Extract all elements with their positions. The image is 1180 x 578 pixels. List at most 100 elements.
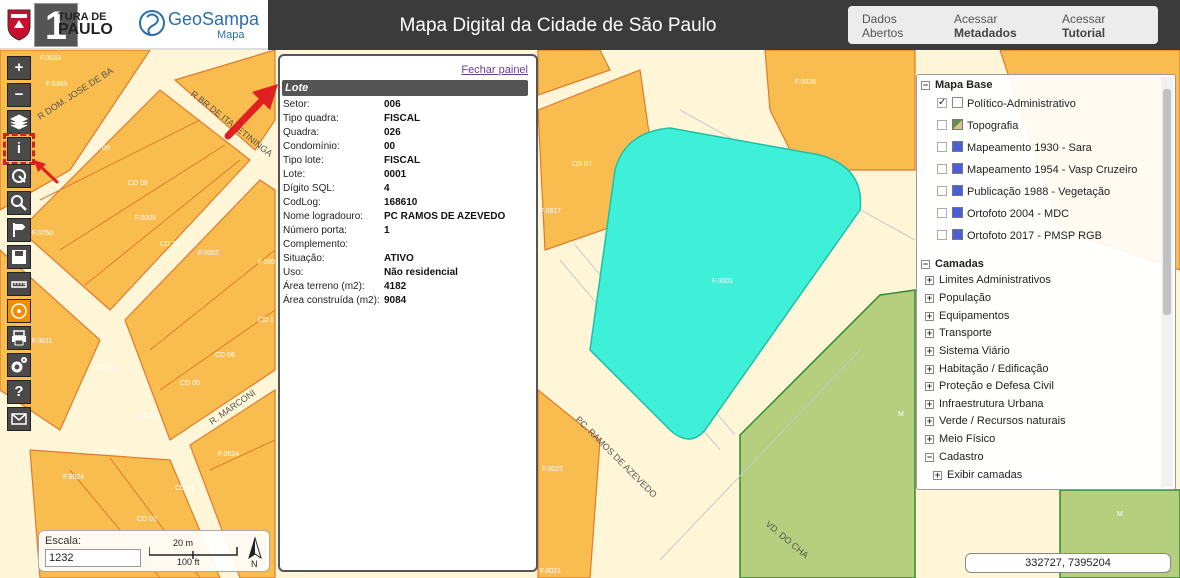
tutorial-link[interactable]: Acessar Tutorial: [1048, 6, 1158, 44]
layer-group-label: Proteção e Defesa Civil: [939, 380, 1054, 392]
layer-sub-item[interactable]: + Exibir camadas: [933, 467, 1022, 483]
attr-label: Uso:: [283, 267, 304, 278]
lot-label: CD 04: [137, 413, 157, 420]
attr-label: Número porta:: [283, 225, 347, 236]
attr-value: ATIVO: [384, 253, 414, 264]
layer-swatch-icon: [952, 97, 963, 108]
zoom-out-button[interactable]: −: [7, 83, 31, 107]
layer-group-item[interactable]: + Equipamentos: [925, 308, 1009, 324]
layer-group-item[interactable]: + Habitação / Edificação: [925, 361, 1048, 377]
layer-group-item[interactable]: + Verde / Recursos naturais: [925, 413, 1066, 429]
route-icon[interactable]: [7, 218, 31, 242]
expand-icon[interactable]: +: [933, 471, 942, 480]
attr-label: Quadra:: [283, 127, 320, 138]
base-map-header[interactable]: − Mapa Base: [921, 79, 992, 91]
base-layer-2017[interactable]: Ortofoto 2017 - PMSP RGB: [937, 228, 1102, 244]
measure-icon[interactable]: [7, 272, 31, 296]
settings-glyph: [11, 357, 27, 373]
layer-group-item[interactable]: + Proteção e Defesa Civil: [925, 378, 1054, 394]
layer-group-label: Infraestrutura Urbana: [939, 398, 1044, 410]
layers-scroll-thumb[interactable]: [1163, 89, 1171, 315]
expand-icon[interactable]: +: [925, 400, 934, 409]
expand-icon[interactable]: +: [925, 365, 934, 374]
layer-group-label: Transporte: [939, 327, 992, 339]
attr-value: 4182: [384, 281, 407, 292]
expand-icon[interactable]: +: [925, 382, 934, 391]
attr-value: 006: [384, 99, 401, 110]
layers-icon[interactable]: [7, 110, 31, 134]
route-glyph: [13, 223, 26, 237]
base-layer-topografia[interactable]: Topografia: [937, 118, 1018, 134]
logo-block[interactable]: 1 TURA DE PAULO GeoSampa Mapa: [0, 0, 268, 50]
collapse-icon[interactable]: −: [921, 81, 930, 90]
base-layer-politico[interactable]: Político-Administrativo: [937, 95, 1076, 112]
info-button[interactable]: i: [3, 133, 35, 165]
layer-checkbox[interactable]: [937, 208, 947, 218]
collapse-icon[interactable]: −: [921, 260, 930, 269]
attr-label: Área terreno (m2):: [283, 281, 365, 292]
layer-checkbox[interactable]: [937, 186, 947, 196]
print-icon[interactable]: [7, 326, 31, 350]
layer-checkbox[interactable]: [937, 95, 947, 111]
search-icon[interactable]: [7, 191, 31, 215]
expand-icon[interactable]: +: [925, 294, 934, 303]
layer-group-item[interactable]: + Meio Físico: [925, 431, 995, 447]
expand-icon[interactable]: +: [925, 329, 934, 338]
zoom-in-button[interactable]: +: [7, 56, 31, 80]
expand-icon[interactable]: +: [925, 417, 934, 426]
street-view-icon[interactable]: [7, 299, 31, 323]
metadados-line2: Metadados: [954, 26, 1017, 40]
layer-checkbox[interactable]: [937, 120, 947, 130]
layer-group-item[interactable]: + Transporte: [925, 325, 992, 341]
expand-icon[interactable]: +: [925, 435, 934, 444]
expand-icon[interactable]: +: [925, 276, 934, 285]
camadas-header[interactable]: − Camadas: [921, 258, 984, 270]
select-area-icon[interactable]: [7, 164, 31, 188]
layers-scrollbar[interactable]: [1161, 77, 1173, 487]
expand-icon[interactable]: +: [925, 312, 934, 321]
base-layer-1930[interactable]: Mapeamento 1930 - Sara: [937, 140, 1092, 156]
scale-input[interactable]: 1232: [45, 549, 141, 567]
help-button[interactable]: ?: [7, 380, 31, 404]
layer-group-item[interactable]: + Sistema Viário: [925, 343, 1010, 359]
attr-row: Condomínio: 00: [283, 140, 533, 154]
attr-value: 9084: [384, 295, 407, 306]
lot-label: F.000: [258, 259, 275, 266]
layer-label: Ortofoto 2004 - MDC: [967, 208, 1070, 220]
lot-label: CD 1: [258, 317, 274, 324]
layer-group-item[interactable]: + População: [925, 290, 991, 306]
layer-checkbox[interactable]: [937, 230, 947, 240]
lot-label: F.0368: [46, 81, 67, 88]
dados-abertos-link[interactable]: Dados Abertos: [848, 6, 940, 44]
base-layer-1954[interactable]: Mapeamento 1954 - Vasp Cruzeiro: [937, 162, 1137, 178]
settings-icon[interactable]: [7, 353, 31, 377]
layer-group-label: Habitação / Edificação: [939, 363, 1049, 375]
lot-label: F.0002: [198, 250, 219, 257]
base-map-title: Mapa Base: [935, 79, 993, 91]
close-panel-link[interactable]: Fechar painel: [461, 64, 528, 76]
prefeitura-logo-text: TURA DE PAULO: [58, 11, 113, 38]
base-layer-2004[interactable]: Ortofoto 2004 - MDC: [937, 206, 1069, 222]
north-arrow-icon: N: [248, 536, 262, 568]
layer-checkbox[interactable]: [937, 142, 947, 152]
expand-icon[interactable]: +: [925, 347, 934, 356]
layer-group-label: Equipamentos: [939, 310, 1010, 322]
brand-name: GeoSampa: [168, 9, 260, 29]
attr-value: FISCAL: [384, 113, 421, 124]
attr-value: 168610: [384, 197, 418, 208]
layer-checkbox[interactable]: [937, 164, 947, 174]
save-icon[interactable]: [7, 245, 31, 269]
layer-group-item[interactable]: + Limites Administrativos: [925, 272, 1051, 288]
collapse-icon[interactable]: −: [925, 453, 934, 462]
layer-group-item[interactable]: + Infraestrutura Urbana: [925, 396, 1044, 412]
layer-group-item[interactable]: − Cadastro: [925, 449, 984, 465]
metadados-link[interactable]: Acessar Metadados: [940, 6, 1048, 44]
layer-group-label: Sistema Viário: [939, 345, 1010, 357]
mail-icon[interactable]: [7, 407, 31, 431]
coordinates-readout: 332727, 7395204: [965, 553, 1171, 573]
layer-sub-label: Exibir camadas: [947, 469, 1023, 481]
dados-abertos-line2: Abertos: [862, 26, 904, 40]
base-layer-1988[interactable]: Publicação 1988 - Vegetação: [937, 184, 1110, 200]
attr-row: Situação: ATIVO: [283, 252, 533, 266]
lot-label: CD 02: [98, 365, 118, 372]
